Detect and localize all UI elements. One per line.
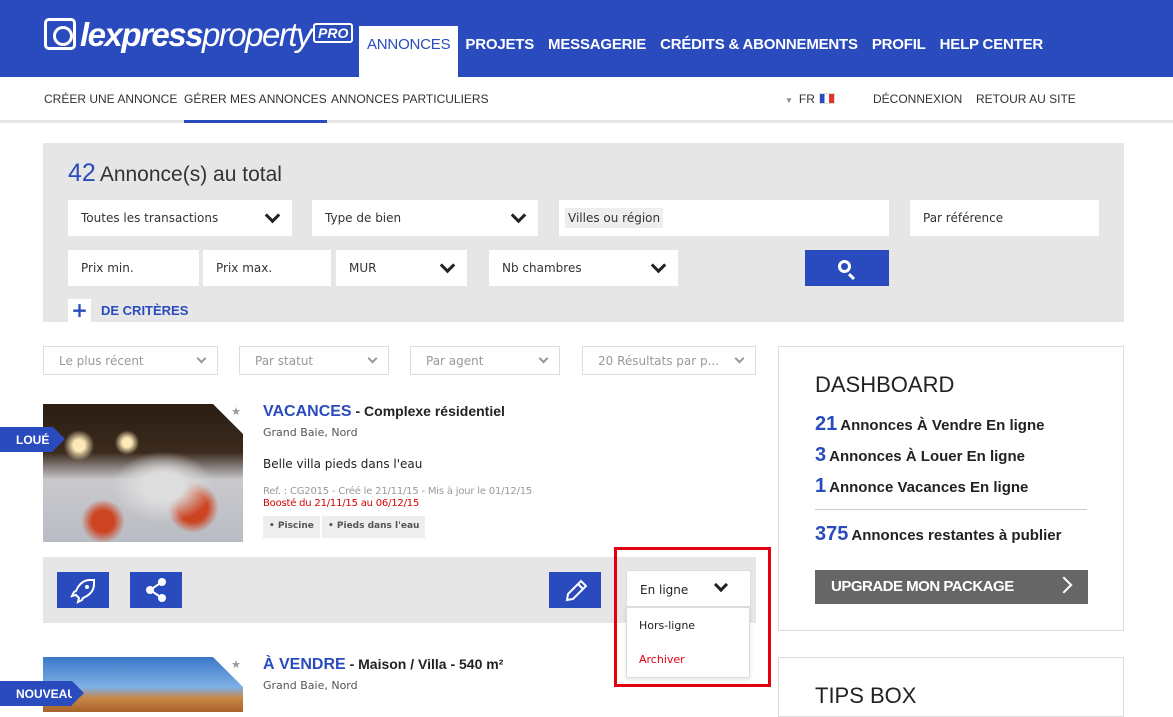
dashboard-row-vendre[interactable]: 21 Annonces À Vendre En ligne (815, 413, 1044, 436)
subnav-manage[interactable]: GÉRER MES ANNONCES (184, 92, 327, 123)
search-button[interactable] (805, 250, 889, 286)
pencil-icon (565, 579, 588, 602)
nav-profil[interactable]: PROFIL (865, 26, 933, 77)
dashboard-row-vacances[interactable]: 1 Annonce Vacances En ligne (815, 475, 1028, 498)
share-icon (146, 578, 166, 602)
min-price-input[interactable]: Prix min. (68, 250, 199, 286)
status-badge: LOUÉ (0, 427, 65, 452)
chevron-down-icon (264, 207, 281, 224)
chevron-right-icon (1055, 576, 1073, 594)
tips-title: TIPS BOX (815, 683, 917, 708)
listing-location: Grand Baie, Nord (263, 426, 358, 439)
search-panel: 42 Annonce(s) au total Toutes les transac… (43, 143, 1124, 322)
total-count: 42 Annonce(s) au total (68, 159, 282, 187)
nav-annonces[interactable]: ANNONCES (359, 26, 459, 77)
language-selector[interactable]: ▼ FR (785, 92, 835, 106)
dashboard-row-louer[interactable]: 3 Annonces À Louer En ligne (815, 444, 1025, 467)
nav-projets[interactable]: PROJETS (458, 26, 541, 77)
favorite-star-icon[interactable]: ★ (213, 657, 243, 687)
subnav-create[interactable]: CRÉER UNE ANNONCE (44, 92, 177, 106)
transaction-select[interactable]: Toutes les transactions (68, 200, 292, 236)
dashboard-remaining: 375 Annonces restantes à publier (815, 523, 1062, 545)
edit-button[interactable] (549, 572, 601, 608)
chevron-down-icon (439, 257, 456, 274)
listing-title[interactable]: VACANCES - Complexe résidentiel (263, 403, 505, 421)
search-icon (838, 260, 851, 273)
plus-icon[interactable]: + (68, 299, 91, 322)
listing-description: Belle villa pieds dans l'eau (263, 457, 423, 471)
listing-title[interactable]: À VENDRE - Maison / Villa - 540 m² (263, 656, 503, 674)
nav-messagerie[interactable]: MESSAGERIE (541, 26, 653, 77)
logout-link[interactable]: DÉCONNEXION (873, 92, 962, 106)
favorite-star-icon[interactable]: ★ (213, 404, 243, 434)
reference-input[interactable]: Par référence (910, 200, 1099, 236)
top-bar: lexpressproperty PRO ANNONCES PROJETS ME… (0, 0, 1173, 77)
upgrade-package-button[interactable]: UPGRADE MON PACKAGE (815, 570, 1088, 604)
dashboard-panel: DASHBOARD 21 Annonces À Vendre En ligne 3… (778, 346, 1124, 631)
bedrooms-select[interactable]: Nb chambres (489, 250, 678, 286)
pro-badge: PRO (313, 23, 354, 43)
caret-down-icon: ▼ (785, 96, 793, 105)
city-region-input[interactable]: Villes ou région (559, 200, 889, 236)
status-badge: NOUVEAU (0, 681, 84, 706)
share-button[interactable] (130, 572, 182, 608)
boost-button[interactable] (57, 572, 109, 608)
nav-credits[interactable]: CRÉDITS & ABONNEMENTS (653, 26, 865, 77)
logo[interactable]: lexpressproperty PRO (44, 18, 354, 52)
main-nav: ANNONCES PROJETS MESSAGERIE CRÉDITS & AB… (359, 26, 1050, 77)
chevron-down-icon (734, 353, 745, 364)
max-price-input[interactable]: Prix max. (203, 250, 331, 286)
tips-box: TIPS BOX (778, 657, 1124, 717)
tag-pieds-dans-leau: • Pieds dans l'eau (322, 516, 426, 538)
listing-meta: Ref. : CG2015 - Créé le 21/11/15 - Mis à… (263, 486, 533, 497)
currency-select[interactable]: MUR (336, 250, 467, 286)
chevron-down-icon (538, 353, 549, 364)
divider (815, 509, 1087, 510)
sort-select[interactable]: Le plus récent (43, 346, 218, 375)
highlight-box (614, 547, 771, 687)
house-logo-icon (44, 18, 76, 50)
dashboard-title: DASHBOARD (815, 372, 955, 397)
french-flag-icon (818, 93, 835, 104)
per-page-select[interactable]: 20 Résultats par p... (582, 346, 756, 375)
tag-piscine: • Piscine (263, 516, 320, 538)
back-to-site-link[interactable]: RETOUR AU SITE (976, 92, 1076, 106)
chevron-down-icon (367, 353, 378, 364)
chevron-down-icon (510, 207, 527, 224)
more-criteria-link[interactable]: DE CRITÈRES (101, 303, 188, 318)
agent-filter[interactable]: Par agent (410, 346, 560, 375)
nav-help-center[interactable]: HELP CENTER (933, 26, 1050, 77)
rocket-icon (70, 579, 95, 604)
status-filter[interactable]: Par statut (239, 346, 389, 375)
chevron-down-icon (650, 257, 667, 274)
chevron-down-icon (196, 353, 207, 364)
sub-nav: CRÉER UNE ANNONCE GÉRER MES ANNONCES ANN… (0, 77, 1173, 123)
listing-location: Grand Baie, Nord (263, 679, 358, 692)
subnav-particuliers[interactable]: ANNONCES PARTICULIERS (331, 92, 489, 106)
listing-boost: Boosté du 21/11/15 au 06/12/15 (263, 498, 420, 509)
property-type-select[interactable]: Type de bien (312, 200, 538, 236)
